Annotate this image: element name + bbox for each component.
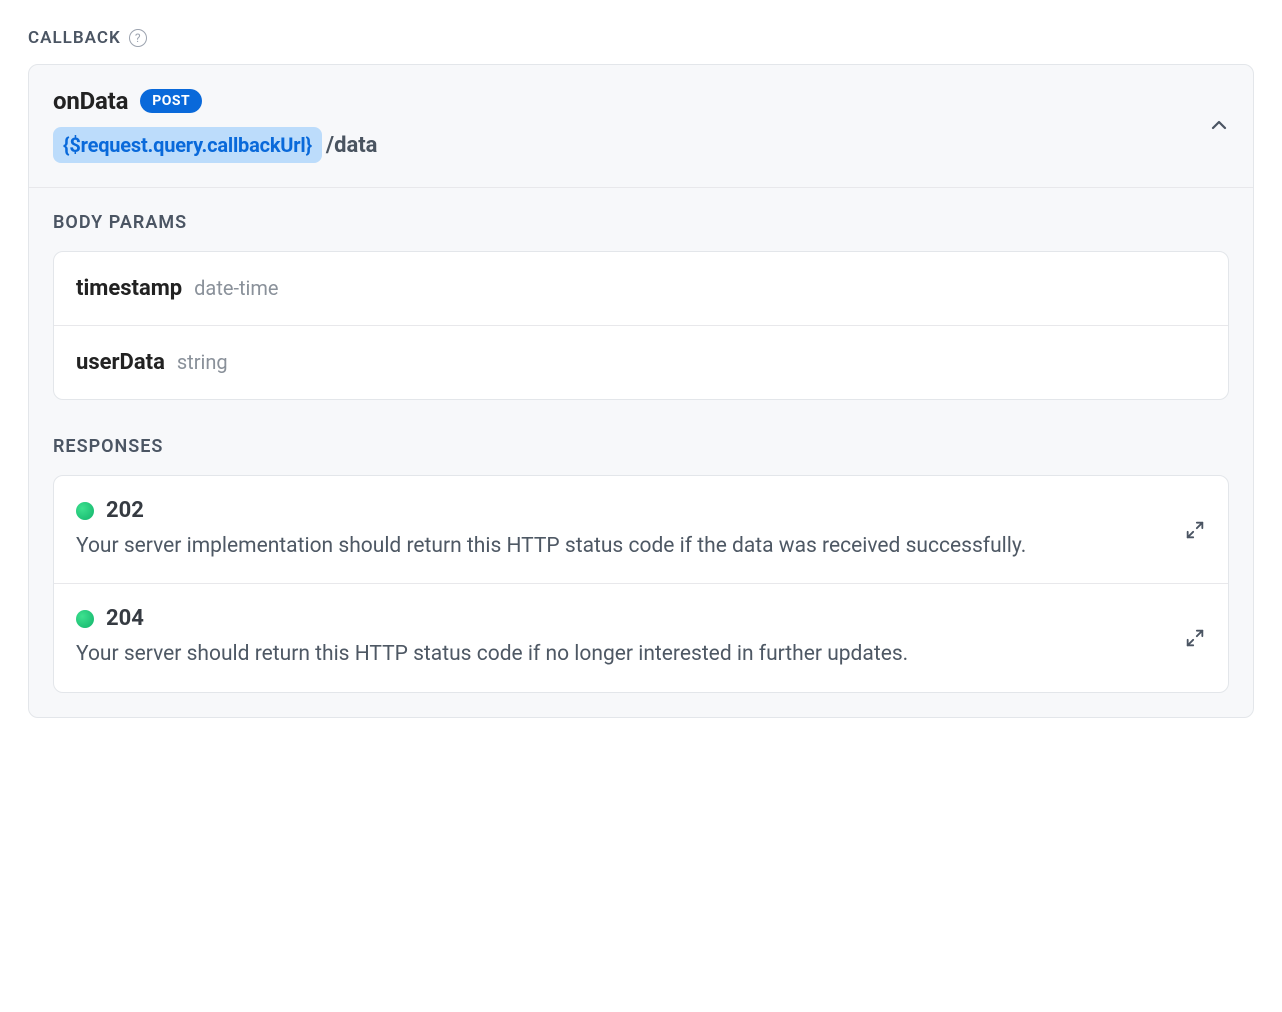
param-name: timestamp [76,276,182,301]
callback-body: BODY PARAMS timestamp date-time userData… [29,188,1253,717]
callback-panel: onData POST {$request.query.callbackUrl}… [28,64,1254,718]
callback-url: {$request.query.callbackUrl} /data [53,127,377,163]
method-badge: POST [140,89,202,114]
param-type: string [177,350,228,374]
param-row: userData string [54,326,1228,399]
chevron-up-icon[interactable] [1209,115,1229,135]
callback-header: onData POST {$request.query.callbackUrl}… [29,65,1253,188]
expand-icon[interactable] [1184,627,1206,649]
response-code-row: 204 [76,606,1164,631]
help-icon[interactable]: ? [129,29,147,47]
param-type: date-time [194,276,278,300]
response-main: 204 Your server should return this HTTP … [76,606,1164,669]
response-main: 202 Your server implementation should re… [76,498,1164,561]
expand-icon[interactable] [1184,519,1206,541]
response-description: Your server implementation should return… [76,531,1164,561]
callback-title-row: onData POST [53,87,377,115]
responses-label: RESPONSES [53,436,1229,457]
callback-header-left: onData POST {$request.query.callbackUrl}… [53,87,377,163]
status-dot-icon [76,502,94,520]
response-code: 204 [106,606,144,631]
body-params-list: timestamp date-time userData string [53,251,1229,400]
response-code-row: 202 [76,498,1164,523]
param-row: timestamp date-time [54,252,1228,326]
responses-list: 202 Your server implementation should re… [53,475,1229,693]
url-path: /data [326,133,378,158]
section-header: CALLBACK ? [28,28,1254,48]
callback-name: onData [53,87,128,115]
body-params-label: BODY PARAMS [53,212,1229,233]
response-row: 202 Your server implementation should re… [54,476,1228,584]
url-variable: {$request.query.callbackUrl} [53,127,322,163]
status-dot-icon [76,610,94,628]
response-code: 202 [106,498,144,523]
param-name: userData [76,350,165,375]
response-row: 204 Your server should return this HTTP … [54,584,1228,691]
section-label: CALLBACK [28,28,121,48]
response-description: Your server should return this HTTP stat… [76,639,1164,669]
